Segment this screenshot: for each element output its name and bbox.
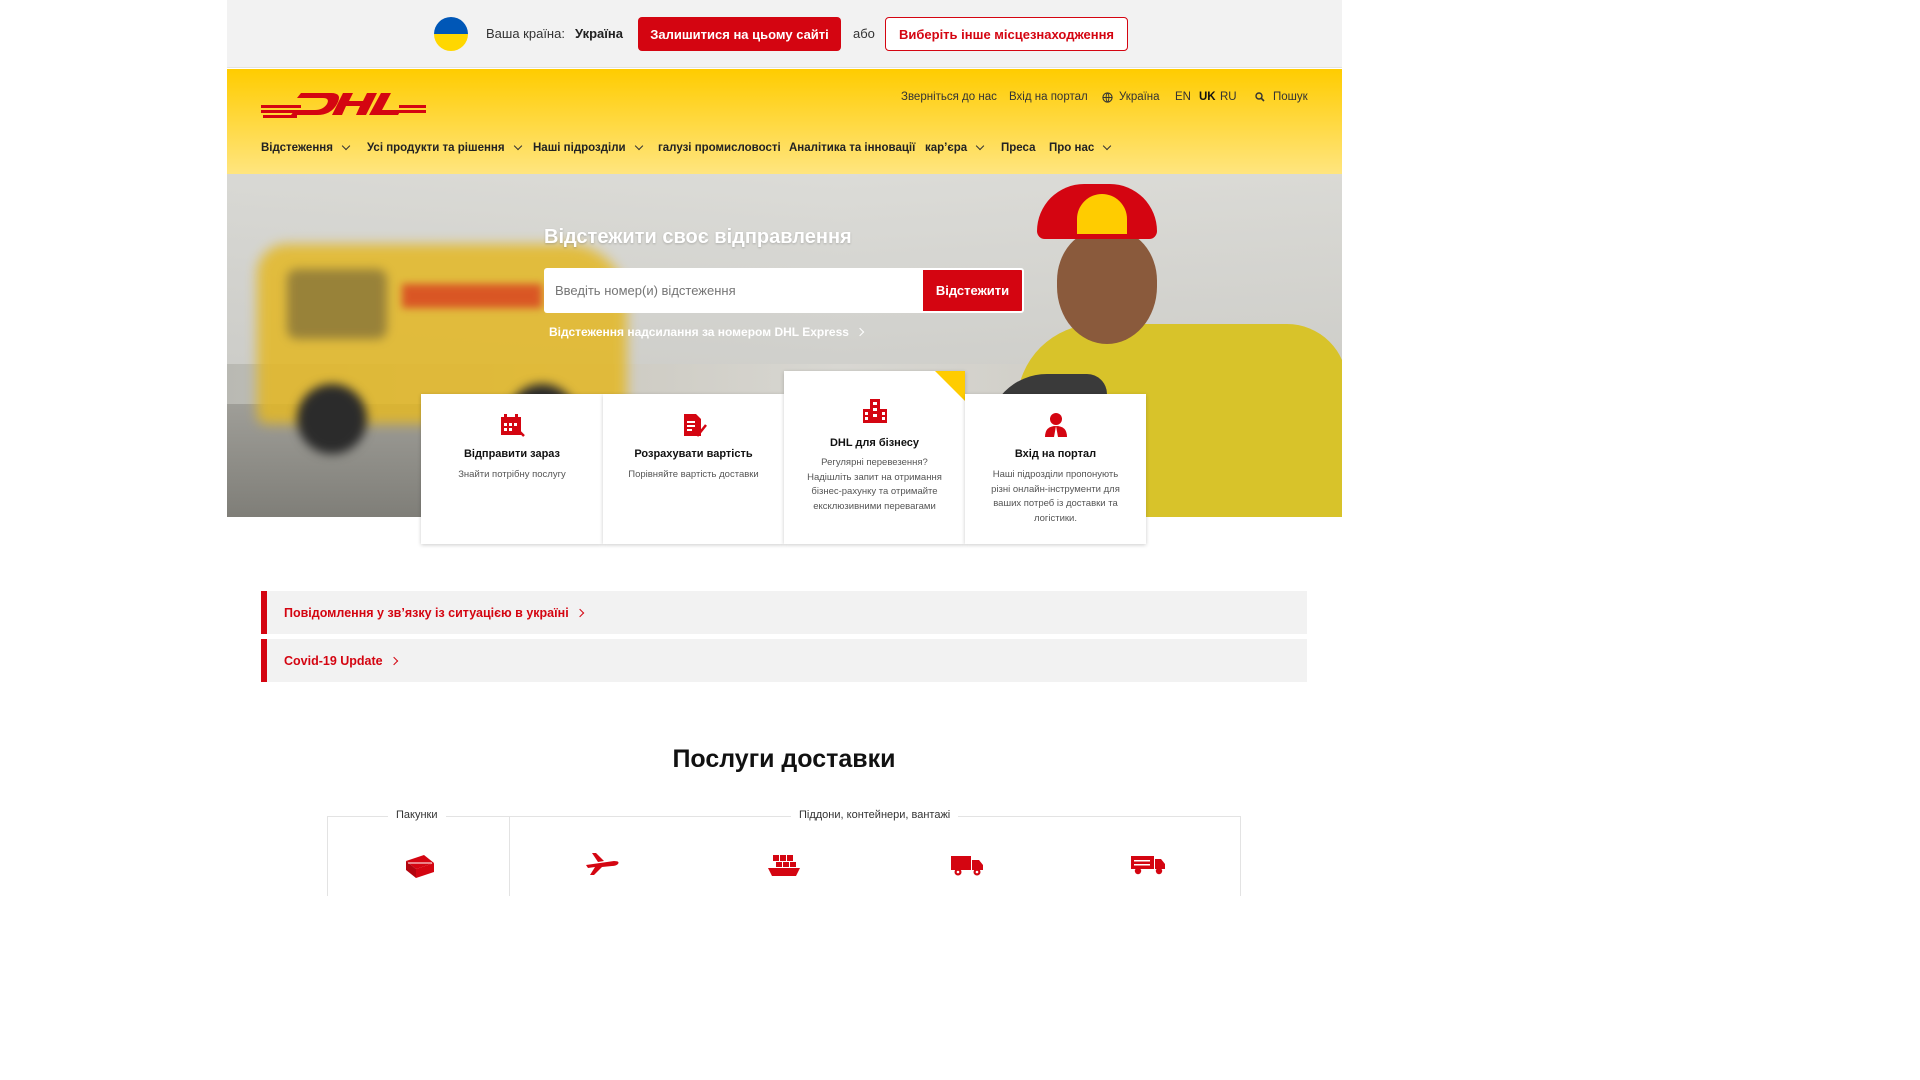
notice-covid[interactable]: Covid-19 Update xyxy=(261,639,1307,682)
calendar-icon xyxy=(501,414,525,437)
hero-title: Відстежити своє відправлення xyxy=(544,226,852,248)
nav-tracking[interactable]: Відстеження xyxy=(261,141,351,154)
parcels-icon[interactable] xyxy=(404,851,436,879)
courier-face xyxy=(1057,229,1157,344)
notice-ukraine[interactable]: Повідомлення у зв’язку із ситуацією в ук… xyxy=(261,591,1307,634)
card-description: Знайти потрібну послугу xyxy=(458,469,566,480)
card-description: Порівняйте вартість доставки xyxy=(628,469,759,480)
chevron-down-icon xyxy=(1103,141,1112,151)
card-calculate-price[interactable]: Розрахувати вартість Порівняйте вартість… xyxy=(603,394,784,544)
chevron-right-icon xyxy=(389,656,398,665)
language-ru[interactable]: RU xyxy=(1220,91,1237,103)
nav-press[interactable]: Преса xyxy=(1001,142,1035,154)
van-window xyxy=(287,269,387,339)
chevron-down-icon xyxy=(975,141,985,151)
language-uk[interactable]: UK xyxy=(1199,91,1216,103)
chevron-right-icon xyxy=(855,327,865,337)
choose-location-button[interactable]: Виберіть інше місцезнаходження xyxy=(885,17,1128,51)
site-header: Зверніться до нас Вхід на портал Україна… xyxy=(227,69,1342,174)
card-ship-now[interactable]: Відправити зараз Знайти потрібну послугу xyxy=(421,394,603,544)
card-business[interactable]: DHL для бізнесу Регулярні перевезення? Н… xyxy=(784,371,965,544)
portal-login-link[interactable]: Вхід на портал xyxy=(1009,91,1088,103)
search-button[interactable]: Пошук xyxy=(1255,91,1308,103)
contact-link[interactable]: Зверніться до нас xyxy=(901,91,997,103)
truck-icon[interactable] xyxy=(1130,851,1166,877)
country-name: Україна xyxy=(575,26,624,41)
road-freight-icon[interactable] xyxy=(950,851,984,877)
nav-careers[interactable]: кар’єра xyxy=(925,141,985,154)
card-title: Відправити зараз xyxy=(463,448,561,460)
freight-label: Піддони, контейнери, вантажі xyxy=(791,809,959,821)
building-icon xyxy=(862,399,887,423)
nav-label: галузі промисловості xyxy=(658,142,781,154)
track-button[interactable]: Відстежити xyxy=(921,268,1024,313)
country-bar: Ваша країна: Україна Залишитися на цьому… xyxy=(227,0,1342,68)
card-description: Регулярні перевезення? Надішліть запит н… xyxy=(807,457,942,513)
express-tracking-link[interactable]: Відстеження надсилання за номером DHL Ex… xyxy=(549,325,865,339)
chevron-right-icon xyxy=(575,608,584,617)
nav-label: Преса xyxy=(1001,142,1036,154)
van-logo xyxy=(402,284,542,308)
nav-label: Наші підрозділи xyxy=(533,142,626,154)
chevron-down-icon xyxy=(341,141,351,151)
tracking-number-input[interactable] xyxy=(544,268,922,313)
search-label: Пошук xyxy=(1273,91,1308,103)
nav-insights[interactable]: Аналітика та інновації xyxy=(789,142,915,154)
card-description: Наші підрозділи пропонують різні онлайн-… xyxy=(991,469,1120,525)
chevron-down-icon xyxy=(513,141,522,151)
nav-label: кар’єра xyxy=(925,142,968,154)
country-selector[interactable]: Україна xyxy=(1102,91,1160,103)
country-selector-label: Україна xyxy=(1119,91,1160,103)
ukraine-flag-icon xyxy=(434,17,468,51)
dhl-logo[interactable] xyxy=(261,90,426,118)
van-wheel xyxy=(297,384,367,454)
express-tracking-label: Відстеження надсилання за номером DHL Ex… xyxy=(549,325,849,339)
document-check-icon xyxy=(683,414,707,437)
nav-label: Аналітика та інновації xyxy=(789,142,916,154)
nav-products[interactable]: Усі продукти та рішення xyxy=(367,141,522,154)
nav-industries[interactable]: галузі промисловості xyxy=(658,142,781,154)
nav-about[interactable]: Про нас xyxy=(1049,141,1112,154)
stay-on-site-button[interactable]: Залишитися на цьому сайті xyxy=(638,17,841,51)
yellow-corner-accent xyxy=(935,371,965,401)
card-portal-login[interactable]: Вхід на портал Наші підрозділи пропонуют… xyxy=(965,394,1146,544)
card-title: Розрахувати вартість xyxy=(634,448,753,460)
nav-label: Усі продукти та рішення xyxy=(367,142,505,154)
globe-icon xyxy=(1102,91,1113,103)
card-title: Вхід на портал xyxy=(1014,448,1097,460)
section-title: Послуги доставки xyxy=(672,745,896,773)
search-icon xyxy=(1255,92,1265,102)
ocean-freight-icon[interactable] xyxy=(767,851,801,877)
or-text: або xyxy=(853,26,875,41)
air-freight-icon[interactable] xyxy=(584,851,620,877)
parcels-label: Пакунки xyxy=(388,809,446,821)
user-icon xyxy=(1044,413,1067,437)
chevron-down-icon xyxy=(634,141,643,151)
notice-label: Covid-19 Update xyxy=(284,653,383,668)
country-label: Ваша країна: xyxy=(486,26,565,41)
dhl-homepage: Ваша країна: Україна Залишитися на цьому… xyxy=(0,0,1568,896)
nav-divisions[interactable]: Наші підрозділи xyxy=(533,141,643,154)
nav-label: Відстеження xyxy=(261,142,333,154)
card-title: DHL для бізнесу xyxy=(829,437,920,449)
notice-label: Повідомлення у зв’язку із ситуацією в ук… xyxy=(284,605,569,620)
nav-label: Про нас xyxy=(1049,142,1095,154)
language-en[interactable]: EN xyxy=(1175,91,1191,103)
